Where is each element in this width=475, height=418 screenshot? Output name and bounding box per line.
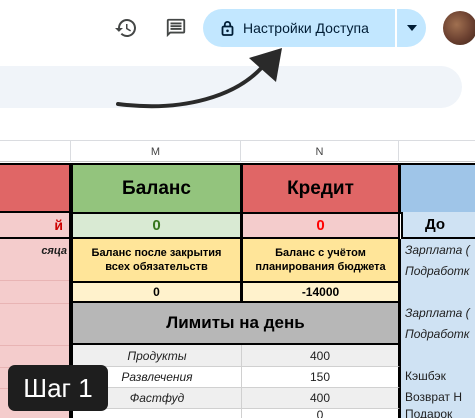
income-item[interactable]: Подработк (401, 261, 475, 281)
income-title[interactable]: До (401, 212, 475, 239)
credit-value[interactable]: 0 (241, 212, 400, 239)
comments-icon[interactable] (162, 14, 190, 42)
pointer-arrow-icon (116, 48, 282, 109)
lock-icon (221, 20, 234, 36)
balance-with-budget-value[interactable]: -14000 (241, 281, 400, 303)
income-item[interactable]: Зарплата ( (401, 240, 475, 260)
share-button-label: Настройки Доступа (243, 20, 369, 36)
column-header-n[interactable]: N (241, 141, 399, 162)
income-item[interactable]: Подарок (401, 407, 475, 418)
income-item[interactable]: Возврат Н (401, 387, 475, 407)
row-line (0, 303, 69, 304)
step-label: Шаг 1 (23, 372, 93, 403)
income-header-cell[interactable] (399, 163, 475, 214)
limit-value[interactable]: 0 (242, 409, 400, 418)
limit-name[interactable]: Продукты (71, 345, 242, 367)
share-options-button[interactable] (397, 9, 426, 47)
column-header-m[interactable]: M (71, 141, 241, 162)
income-item[interactable]: Подработк (401, 324, 475, 344)
income-item[interactable]: Кэшбэк (401, 366, 475, 386)
version-history-icon[interactable] (112, 14, 140, 42)
balance-after-obligations-label[interactable]: Баланс после закрытия всех обязательств (71, 239, 242, 283)
income-item[interactable]: Зарплата ( (401, 303, 475, 323)
left-header-cell[interactable] (0, 163, 71, 213)
limit-value[interactable]: 150 (242, 367, 400, 388)
row-line (0, 280, 69, 281)
column-header-blank[interactable] (0, 141, 71, 162)
caret-down-icon (406, 25, 417, 31)
credit-title[interactable]: Кредит (241, 163, 400, 214)
balance-after-obligations-value[interactable]: 0 (71, 281, 242, 303)
left-partial-label[interactable]: й (0, 213, 71, 239)
row-line (0, 345, 69, 346)
limit-value[interactable]: 400 (242, 388, 400, 409)
balance-value[interactable]: 0 (71, 212, 242, 239)
left-month-partial: сяца (41, 245, 67, 257)
avatar[interactable] (443, 11, 475, 45)
limits-title[interactable]: Лимиты на день (71, 303, 400, 345)
step-badge: Шаг 1 (8, 365, 108, 411)
column-header-row: M N (0, 140, 475, 162)
balance-title[interactable]: Баланс (71, 163, 242, 214)
balance-with-budget-label[interactable]: Баланс с учётом планирования бюджета (241, 239, 400, 283)
limit-value[interactable]: 400 (242, 345, 400, 367)
column-header-o[interactable] (399, 141, 475, 162)
